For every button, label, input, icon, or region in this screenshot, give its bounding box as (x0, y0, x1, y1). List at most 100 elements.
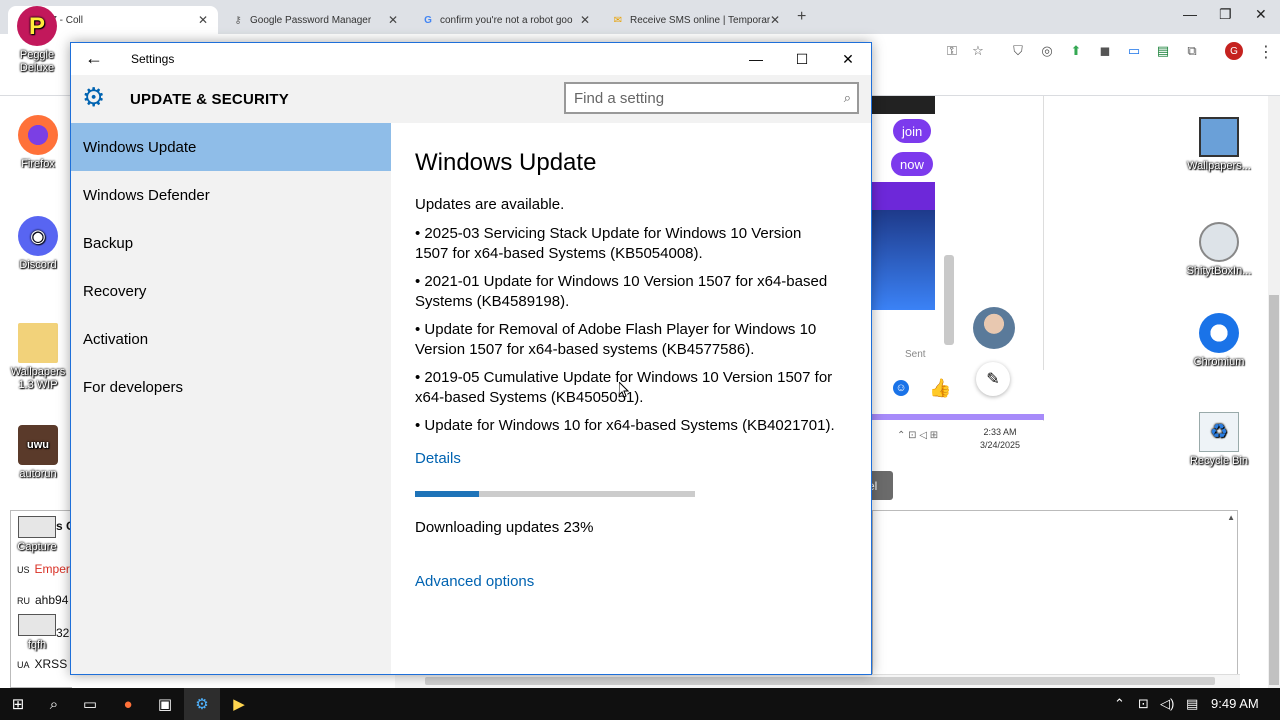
desktop-icon-label: Peggle Deluxe (19, 49, 55, 74)
browser-minimize-button[interactable]: — (1183, 6, 1197, 22)
emoji-icon[interactable]: ☺ (893, 380, 909, 396)
download-progress-fill (415, 491, 480, 497)
chat-bottom-line (872, 414, 1044, 420)
update-list-item: • Update for Removal of Adobe Flash Play… (415, 321, 817, 358)
desktop-icon-wallpapers[interactable]: Wallpapers... (1184, 117, 1254, 173)
avatar (973, 307, 1015, 349)
installer-icon (1199, 117, 1239, 157)
advanced-options-link[interactable]: Advanced options (415, 573, 534, 590)
search-icon[interactable]: ⌕ (844, 90, 851, 106)
tray-chevron-icon[interactable]: ⌃ (1114, 696, 1125, 712)
page-title: UPDATE & SECURITY (130, 91, 289, 108)
sidebar-item-backup[interactable]: Backup (71, 219, 391, 267)
maximize-button[interactable]: ☐ (779, 46, 825, 72)
installer-disc-icon (1199, 222, 1239, 262)
thumbs-up-icon[interactable]: 👍 (929, 378, 951, 399)
scroll-up-icon[interactable]: ▲ (1227, 513, 1235, 522)
desktop-icon-peggle[interactable]: P Peggle Deluxe (5, 6, 69, 75)
chat-scrollbar[interactable] (944, 255, 954, 345)
desktop-icon-label: Recycle Bin (1189, 455, 1249, 467)
extension-arrow-icon[interactable]: ⬆ (1068, 43, 1084, 59)
horizontal-scrollbar-thumb[interactable] (425, 677, 1215, 685)
key-icon: ⚷ (234, 14, 242, 26)
list-item: US Emper (17, 562, 70, 576)
extension-video-icon[interactable]: ▭ (1126, 43, 1142, 59)
chat-image-block (872, 210, 935, 310)
sidebar-item-activation[interactable]: Activation (71, 315, 391, 363)
close-tab-icon[interactable]: ✕ (388, 13, 398, 27)
new-tab-button[interactable]: + (797, 8, 806, 26)
capture-icon (18, 614, 56, 636)
background-textbox[interactable]: ▲ (872, 510, 1238, 688)
bookmark-star-icon[interactable]: ☆ (970, 43, 986, 59)
chat-chip-now[interactable]: now (891, 152, 933, 176)
task-view-icon[interactable]: ▭ (72, 688, 108, 720)
desktop-icon-wallpapers-wip[interactable]: Wallpapers 1.3 WIP (6, 323, 70, 392)
search-icon[interactable]: ⌕ (36, 688, 72, 720)
desktop-icon-discord[interactable]: ◉ Discord (6, 216, 70, 272)
extensions-puzzle-icon[interactable]: ⧉ (1184, 43, 1200, 59)
browser-menu-icon[interactable]: ⋮ (1258, 42, 1274, 62)
update-list-item: • 2021-01 Update for Windows 10 Version … (415, 273, 828, 310)
mouse-cursor-icon (619, 382, 629, 398)
shield-extension-icon[interactable]: ⛉ (1010, 43, 1026, 59)
list-item-text: ahb94 (35, 593, 69, 607)
search-box[interactable]: ⌕ (564, 82, 859, 114)
desktop-icon-label: ShitytBoxIn... (1186, 265, 1252, 277)
browser-maximize-button[interactable]: ❐ (1219, 6, 1232, 23)
autorun-icon: uwu (18, 425, 58, 465)
extension-dark-icon[interactable]: ◼ (1097, 43, 1113, 59)
chat-chip-join[interactable]: join (893, 119, 932, 143)
page-scrollbar-thumb[interactable] (1269, 295, 1279, 685)
sidebar-item-windows-defender[interactable]: Windows Defender (71, 171, 391, 219)
extension-circle-icon[interactable]: ◎ (1039, 43, 1055, 59)
desktop-icon-firefox[interactable]: Firefox (6, 115, 70, 171)
minimize-button[interactable]: — (733, 46, 779, 72)
browser-tab-sms[interactable]: ✉ Receive SMS online | Temporar ✕ (600, 6, 790, 34)
lang-code: UA (17, 660, 30, 670)
extension-sheet-icon[interactable]: ▤ (1155, 43, 1171, 59)
sent-label: Sent (905, 349, 926, 360)
windows-start-icon[interactable]: ⊞ (0, 688, 36, 720)
desktop-icon-label: Chromium (1193, 356, 1245, 368)
notification-icon[interactable]: ▤ (1186, 696, 1198, 712)
browser-tab-robot[interactable]: G confirm you're not a robot goo ✕ (410, 6, 600, 34)
search-input[interactable] (574, 89, 824, 107)
chat-purple-bar (872, 182, 935, 210)
sidebar-item-windows-update[interactable]: Windows Update (71, 123, 391, 171)
window-title: Settings (131, 52, 175, 66)
back-arrow-icon[interactable]: ← (85, 48, 103, 69)
volume-icon[interactable]: ◁) (1160, 696, 1174, 712)
close-tab-icon[interactable]: ✕ (770, 13, 780, 27)
close-tab-icon[interactable]: ✕ (198, 13, 208, 27)
desktop-icon-autorun[interactable]: uwu autorun (6, 425, 70, 481)
horizontal-scrollbar[interactable] (395, 674, 1240, 688)
network-icon[interactable]: ⊡ (1138, 696, 1149, 712)
desktop-icon-chromium[interactable]: Chromium (1186, 313, 1252, 369)
desktop-icon-label: fqfh (27, 639, 47, 651)
close-button[interactable]: ✕ (825, 46, 871, 72)
close-tab-icon[interactable]: ✕ (580, 13, 590, 27)
sidebar-item-for-developers[interactable]: For developers (71, 363, 391, 411)
details-link[interactable]: Details (415, 450, 461, 467)
settings-taskbar-icon[interactable]: ⚙ (184, 688, 220, 720)
browser-close-button[interactable]: ✕ (1255, 6, 1267, 23)
password-key-icon[interactable]: ⚿ (944, 43, 960, 59)
desktop-icon-label: Capture (17, 541, 57, 553)
lang-code: US (17, 565, 30, 575)
terminal-taskbar-icon[interactable]: ▣ (147, 688, 183, 720)
browser-tab-strip: ▣ vm7 - Coll ✕ ⚷ Google Password Manager… (0, 0, 1280, 34)
profile-avatar[interactable]: G (1225, 42, 1243, 60)
browser-tab-password-manager[interactable]: ⚷ Google Password Manager ✕ (220, 6, 408, 34)
desktop-icon-capture[interactable]: Capture (5, 516, 69, 554)
firefox-taskbar-icon[interactable]: ● (110, 688, 146, 720)
desktop-icon-fqfh[interactable]: fqfh (5, 614, 69, 652)
sidebar-item-recovery[interactable]: Recovery (71, 267, 391, 315)
desktop-icon-shitybox[interactable]: ShitytBoxIn... (1184, 222, 1254, 278)
media-taskbar-icon[interactable]: ▶ (221, 688, 257, 720)
edit-icon[interactable]: ✎ (976, 362, 1010, 396)
tab-label: Google Password Manager (250, 14, 372, 26)
taskbar-clock[interactable]: 9:49 AM (1211, 696, 1259, 711)
desktop-icon-recycle-bin[interactable]: ♻ Recycle Bin (1186, 412, 1252, 468)
desktop-icon-label: autorun (19, 468, 57, 480)
